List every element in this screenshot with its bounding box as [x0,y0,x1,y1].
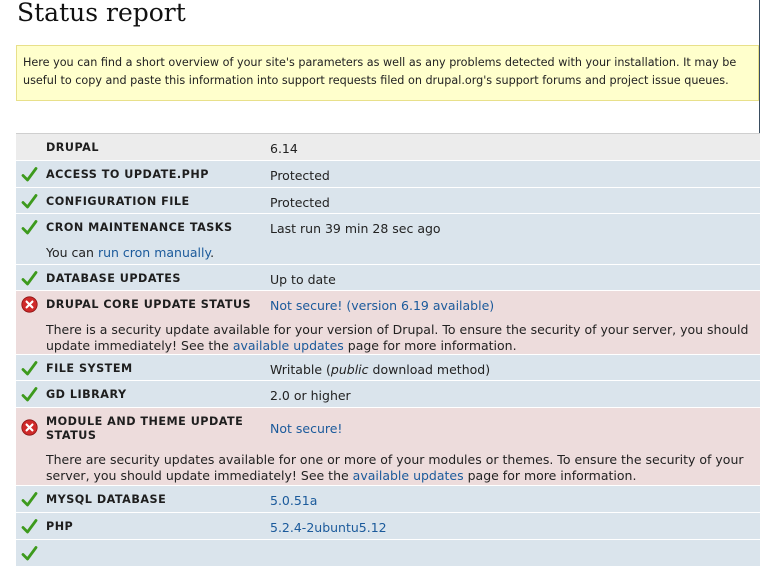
error-icon [21,419,38,436]
checkmark-icon [21,167,38,182]
status-value: 6.14 [270,141,298,156]
status-title: Configuration file [46,195,190,208]
checkmark-icon [21,492,38,507]
status-title: MySQL database [46,493,167,506]
status-row-update-php: Access to update.php Protected [16,161,760,188]
status-title: Database updates [46,272,181,285]
page-title: Status report [17,0,186,27]
mysql-version-link[interactable]: 5.0.51a [270,493,317,508]
status-row-partial [16,540,760,567]
status-title: Drupal core update status [46,298,252,311]
status-row-mysql-database: MySQL database 5.0.51a [16,486,760,513]
status-report-table: Drupal 6.14 Access to update.php Protect… [16,133,760,567]
status-row-module-update-status: Module and theme update status Not secur… [16,408,760,486]
run-cron-link[interactable]: run cron manually [98,245,210,260]
status-title: GD library [46,388,127,401]
status-row-cron: Cron maintenance tasks Last run 39 min 2… [16,214,760,265]
checkmark-icon [21,519,38,534]
status-description: There are security updates available for… [46,452,744,483]
checkmark-icon [21,361,38,376]
checkmark-icon [21,271,38,286]
status-row-drupal: Drupal 6.14 [16,134,760,161]
status-value: Writable (public download method) [270,362,491,377]
checkmark-icon [21,220,38,235]
available-updates-link[interactable]: available updates [233,338,344,353]
status-value: Protected [270,168,330,183]
status-description: There is a security update available for… [46,322,749,353]
status-value: Last run 39 min 28 sec ago [270,221,441,236]
module-update-status-link[interactable]: Not secure! [270,421,342,436]
checkmark-icon [21,546,38,561]
status-row-file-system: File system Writable (public download me… [16,355,760,381]
status-title: PHP [46,520,74,533]
checkmark-icon [21,387,38,402]
status-description: You can run cron manually. [46,245,215,260]
status-title: Module and theme update status [46,415,244,442]
status-row-configuration-file: Configuration file Protected [16,188,760,214]
intro-message: Here you can find a short overview of yo… [16,45,759,101]
available-updates-link[interactable]: available updates [353,468,464,483]
status-row-gd-library: GD library 2.0 or higher [16,381,760,408]
status-title: Cron maintenance tasks [46,221,233,234]
status-row-php: PHP 5.2.4-2ubuntu5.12 [16,513,760,540]
php-version-link[interactable]: 5.2.4-2ubuntu5.12 [270,520,387,535]
status-value: 2.0 or higher [270,388,351,403]
status-value: Protected [270,195,330,210]
status-row-core-update-status: Drupal core update status Not secure! (v… [16,291,760,355]
status-row-database-updates: Database updates Up to date [16,265,760,291]
core-update-status-link[interactable]: Not secure! (version 6.19 available) [270,298,494,313]
status-title: File system [46,362,133,375]
status-value: Up to date [270,272,336,287]
status-title: Access to update.php [46,168,209,181]
status-title: Drupal [46,141,99,154]
checkmark-icon [21,194,38,209]
error-icon [21,296,38,313]
